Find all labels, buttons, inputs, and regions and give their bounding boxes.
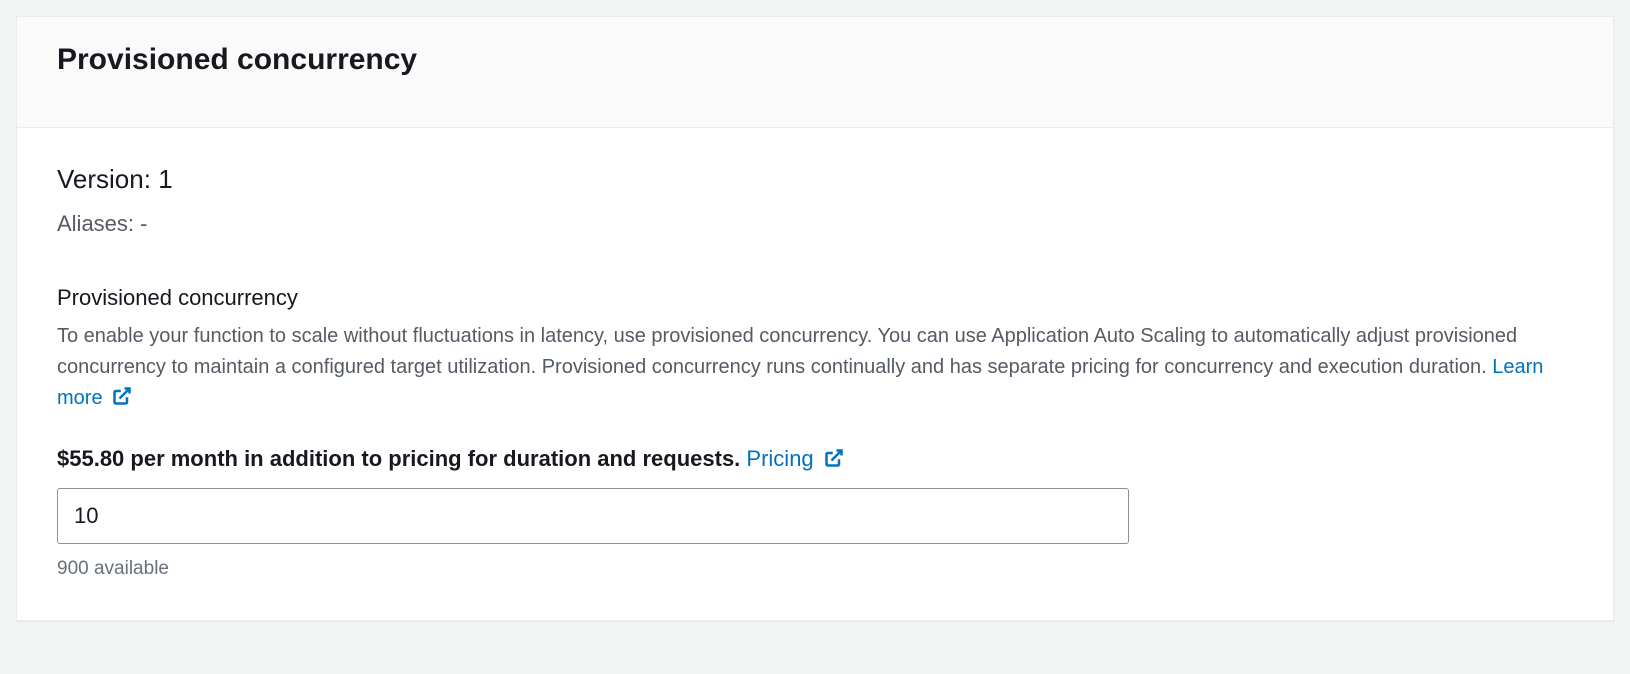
version-line: Version: 1 (57, 164, 1573, 195)
pricing-link-label: Pricing (746, 446, 813, 471)
external-link-icon (824, 448, 844, 474)
pricing-link[interactable]: Pricing (746, 446, 843, 471)
price-line: $55.80 per month in addition to pricing … (57, 446, 1573, 474)
available-hint: 900 available (57, 558, 1573, 580)
section-description-text: To enable your function to scale without… (57, 325, 1517, 378)
aliases-value: - (140, 211, 147, 236)
version-value: 1 (158, 164, 172, 194)
panel-header: Provisioned concurrency (17, 17, 1613, 128)
concurrency-input-row (57, 488, 1129, 544)
version-label: Version: (57, 164, 151, 194)
section-description: To enable your function to scale without… (57, 321, 1573, 416)
concurrency-input[interactable] (57, 488, 1129, 544)
price-text: $55.80 per month in addition to pricing … (57, 446, 740, 471)
provisioned-concurrency-panel: Provisioned concurrency Version: 1 Alias… (16, 16, 1614, 621)
panel-body: Version: 1 Aliases: - Provisioned concur… (17, 128, 1613, 620)
aliases-label: Aliases: (57, 211, 134, 236)
panel-title: Provisioned concurrency (57, 43, 1573, 77)
aliases-line: Aliases: - (57, 211, 1573, 237)
external-link-icon (112, 385, 132, 416)
section-label: Provisioned concurrency (57, 285, 1573, 311)
